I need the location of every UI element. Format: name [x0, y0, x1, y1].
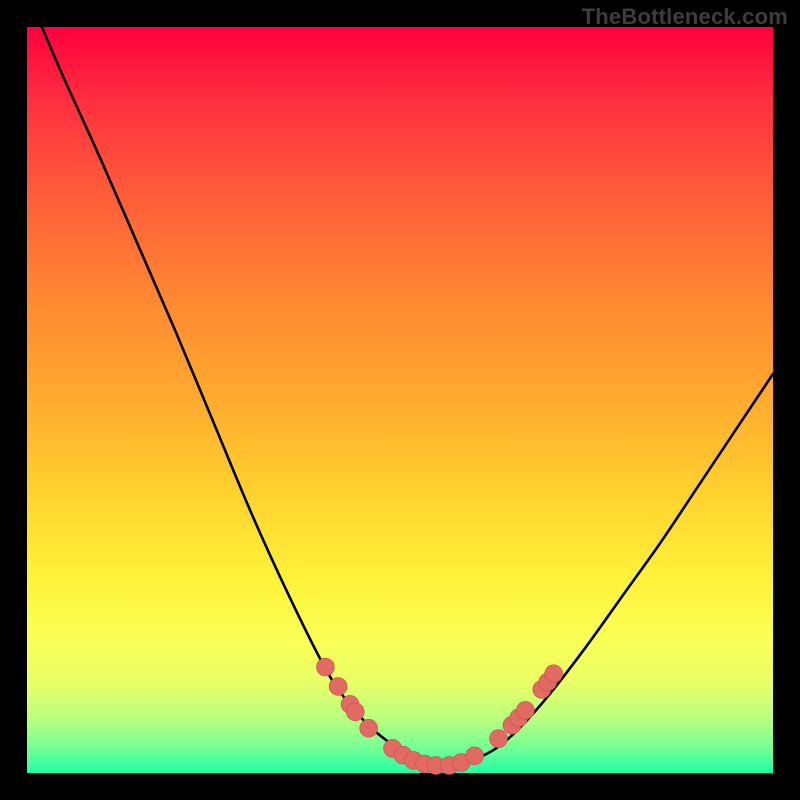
- chart-marker: [490, 730, 508, 748]
- chart-marker: [360, 719, 378, 737]
- chart-marker: [516, 701, 534, 719]
- chart-plot-area: [27, 27, 773, 773]
- chart-marker: [329, 678, 347, 696]
- watermark-text: TheBottleneck.com: [582, 4, 788, 30]
- chart-svg: [27, 27, 773, 773]
- chart-frame: TheBottleneck.com: [0, 0, 800, 800]
- chart-marker: [545, 665, 563, 683]
- chart-markers: [316, 658, 562, 774]
- chart-marker: [316, 658, 334, 676]
- bottleneck-curve: [42, 27, 773, 765]
- chart-marker: [466, 747, 484, 765]
- chart-marker: [346, 703, 364, 721]
